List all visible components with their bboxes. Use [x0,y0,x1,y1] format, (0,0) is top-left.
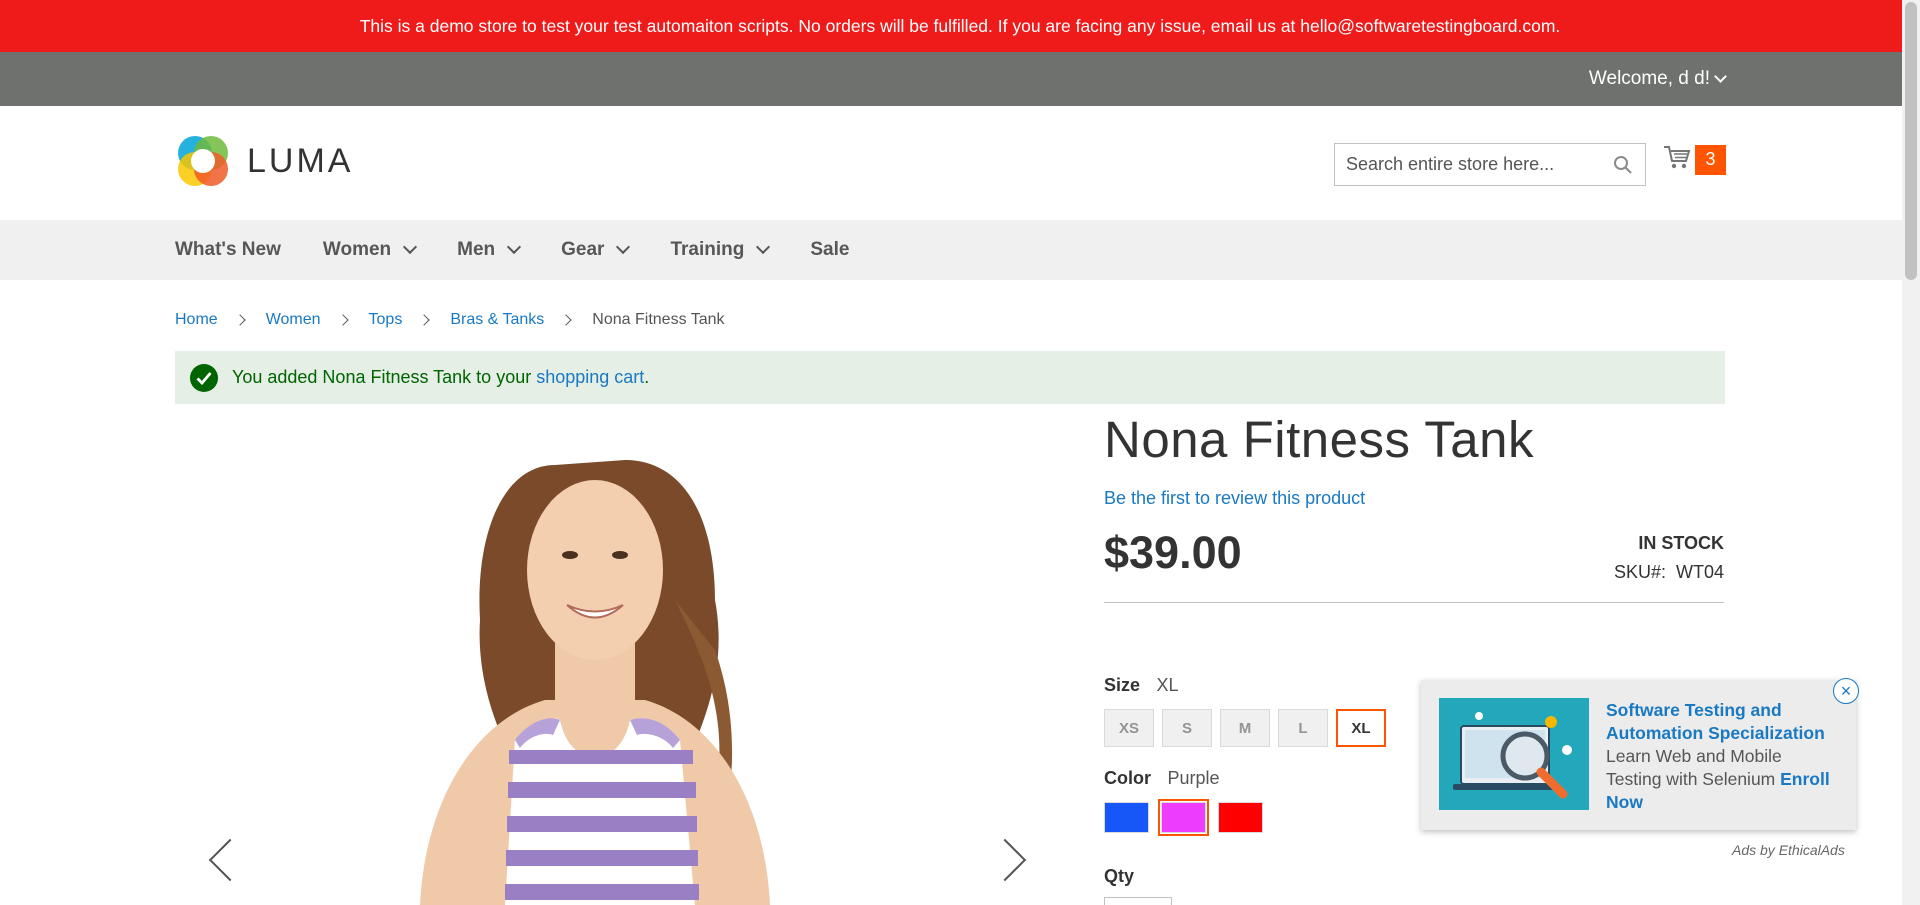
breadcrumb-bras-tanks[interactable]: Bras & Tanks [450,311,544,329]
size-option-l[interactable]: L [1278,709,1328,747]
color-label: Color [1104,768,1151,788]
sku-label: SKU#: [1613,562,1666,582]
size-label: Size [1104,675,1141,695]
top-bar: Welcome, d d! [0,52,1920,106]
nav-item-label: Gear [561,239,605,260]
close-icon[interactable]: × [1833,678,1859,704]
breadcrumb-home[interactable]: Home [175,311,218,329]
nav-item-label: Men [457,239,496,260]
nav-item-label: Women [322,239,392,260]
logo[interactable]: LUMA [175,133,353,189]
chevron-down-icon [756,239,771,255]
search-icon[interactable] [1613,155,1633,175]
ethical-ad[interactable]: Software Testing and Automation Speciali… [1421,680,1856,830]
nav-item-training[interactable]: Training [670,239,771,261]
welcome-text: Welcome, d d! [1588,68,1710,89]
page-scrollbar[interactable] [1902,0,1920,905]
chevron-down-icon [616,239,631,255]
cart-count-badge: 3 [1695,144,1726,175]
product-image[interactable] [175,420,1045,905]
main-nav: What's New Women Men Gear Training Sale [0,220,1920,280]
size-option-xs[interactable]: XS [1104,709,1154,747]
chevron-down-icon [403,239,418,255]
ad-body: Learn Web and Mobile Testing with Seleni… [1606,746,1782,789]
add-review-link[interactable]: Be the first to review this product [1104,488,1724,509]
ad-title[interactable]: Software Testing and Automation Speciali… [1606,700,1825,743]
color-swatch-red[interactable] [1218,802,1263,833]
nav-item-sale[interactable]: Sale [810,239,849,261]
size-selector: Size XL XS S M L XL [1104,675,1394,747]
sku-value: WT04 [1675,562,1724,582]
chevron-right-icon [336,314,349,326]
shopping-cart-link[interactable]: shopping cart [536,367,644,388]
product-price: $39.00 [1104,527,1242,578]
ad-attribution[interactable]: Ads by EthicalAds [1732,842,1845,858]
success-message: You added Nona Fitness Tank to your shop… [175,351,1725,404]
chevron-down-icon [507,239,522,255]
breadcrumb: Home Women Tops Bras & Tanks Nona Fitnes… [175,311,725,329]
minicart[interactable]: 3 [1663,144,1726,175]
stock-status: IN STOCK [1638,533,1724,553]
qty-label: Qty [1104,866,1135,886]
nav-item-whats-new[interactable]: What's New [175,239,281,261]
chevron-down-icon [1714,69,1727,83]
chevron-right-icon [234,314,246,326]
qty-input[interactable] [1104,897,1172,905]
luma-logo-icon [175,133,231,189]
product-title: Nona Fitness Tank [1104,411,1534,468]
sku: SKU#: WT04 [1614,562,1724,583]
checkmark-icon [190,363,218,392]
size-option-xl[interactable]: XL [1336,709,1386,747]
color-selector: Color Purple [1104,768,1275,836]
product-gallery [175,420,1045,905]
nav-item-label: Training [670,239,745,260]
color-swatch-blue[interactable] [1104,802,1149,833]
size-option-s[interactable]: S [1162,709,1212,747]
ad-image[interactable] [1439,698,1589,810]
search-box [1334,143,1646,186]
demo-notice-text: This is a demo store to test your test a… [359,15,1561,36]
chevron-right-icon [418,314,430,326]
search-input[interactable] [1346,154,1606,175]
nav-item-gear[interactable]: Gear [561,239,631,261]
product-info: Nona Fitness Tank Be the first to review… [1104,410,1724,603]
nav-item-men[interactable]: Men [457,239,522,261]
header: LUMA 3 [0,106,1920,220]
size-selected-value: XL [1156,675,1179,695]
demo-notice-banner: This is a demo store to test your test a… [0,0,1920,52]
ad-text[interactable]: Software Testing and Automation Speciali… [1606,699,1841,814]
success-text: You added Nona Fitness Tank to your [232,367,537,387]
qty-block: Qty [1104,866,1172,905]
breadcrumb-women[interactable]: Women [266,311,321,329]
color-swatch-purple[interactable] [1158,799,1209,836]
nav-item-women[interactable]: Women [322,239,418,261]
price-row: $39.00 IN STOCK SKU#: WT04 [1104,527,1724,603]
chevron-right-icon [560,314,572,326]
size-option-m[interactable]: M [1220,709,1270,747]
welcome-menu[interactable]: Welcome, d d! [1588,68,1727,90]
breadcrumb-current: Nona Fitness Tank [592,311,725,328]
cart-icon [1663,144,1691,175]
nav-item-label: What's New [175,239,281,260]
nav-item-label: Sale [810,239,850,260]
scrollbar-thumb[interactable] [1905,2,1917,280]
breadcrumb-tops[interactable]: Tops [369,311,403,329]
color-selected-value: Purple [1167,768,1220,788]
success-suffix: . [644,367,650,387]
logo-text: LUMA [247,141,354,180]
